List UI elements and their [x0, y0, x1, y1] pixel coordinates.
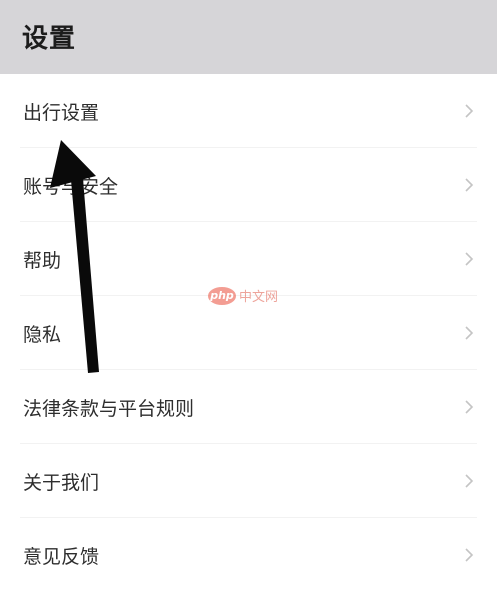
settings-item-privacy[interactable]: 隐私: [0, 296, 497, 370]
chevron-right-icon: [465, 400, 474, 414]
settings-item-feedback[interactable]: 意见反馈: [0, 518, 497, 592]
chevron-right-icon: [465, 104, 474, 118]
settings-item-label: 帮助: [23, 250, 62, 272]
settings-item-label: 法律条款与平台规则: [23, 398, 195, 420]
chevron-right-icon: [465, 252, 474, 266]
chevron-right-icon: [465, 548, 474, 562]
settings-item-account-security[interactable]: 账号与安全: [0, 148, 497, 222]
settings-item-label: 账号与安全: [23, 176, 119, 198]
watermark-text: 中文网: [239, 290, 279, 305]
settings-item-label: 关于我们: [23, 472, 100, 494]
header-bar: 设置: [0, 0, 497, 74]
settings-item-travel[interactable]: 出行设置: [0, 74, 497, 148]
chevron-right-icon: [465, 474, 474, 488]
settings-item-legal-terms[interactable]: 法律条款与平台规则: [0, 370, 497, 444]
settings-item-label: 意见反馈: [23, 546, 100, 568]
page-title: 设置: [22, 24, 77, 54]
chevron-right-icon: [465, 326, 474, 340]
settings-item-about-us[interactable]: 关于我们: [0, 444, 497, 518]
settings-item-help[interactable]: 帮助: [0, 222, 497, 296]
watermark-badge: php: [208, 286, 236, 305]
watermark: php 中文网: [208, 286, 278, 305]
settings-item-label: 出行设置: [23, 102, 100, 124]
settings-item-label: 隐私: [23, 324, 62, 346]
settings-list: 出行设置 账号与安全 帮助 隐私 法律条款与平台规则 关于我们 意见反馈: [0, 74, 497, 592]
chevron-right-icon: [465, 178, 474, 192]
